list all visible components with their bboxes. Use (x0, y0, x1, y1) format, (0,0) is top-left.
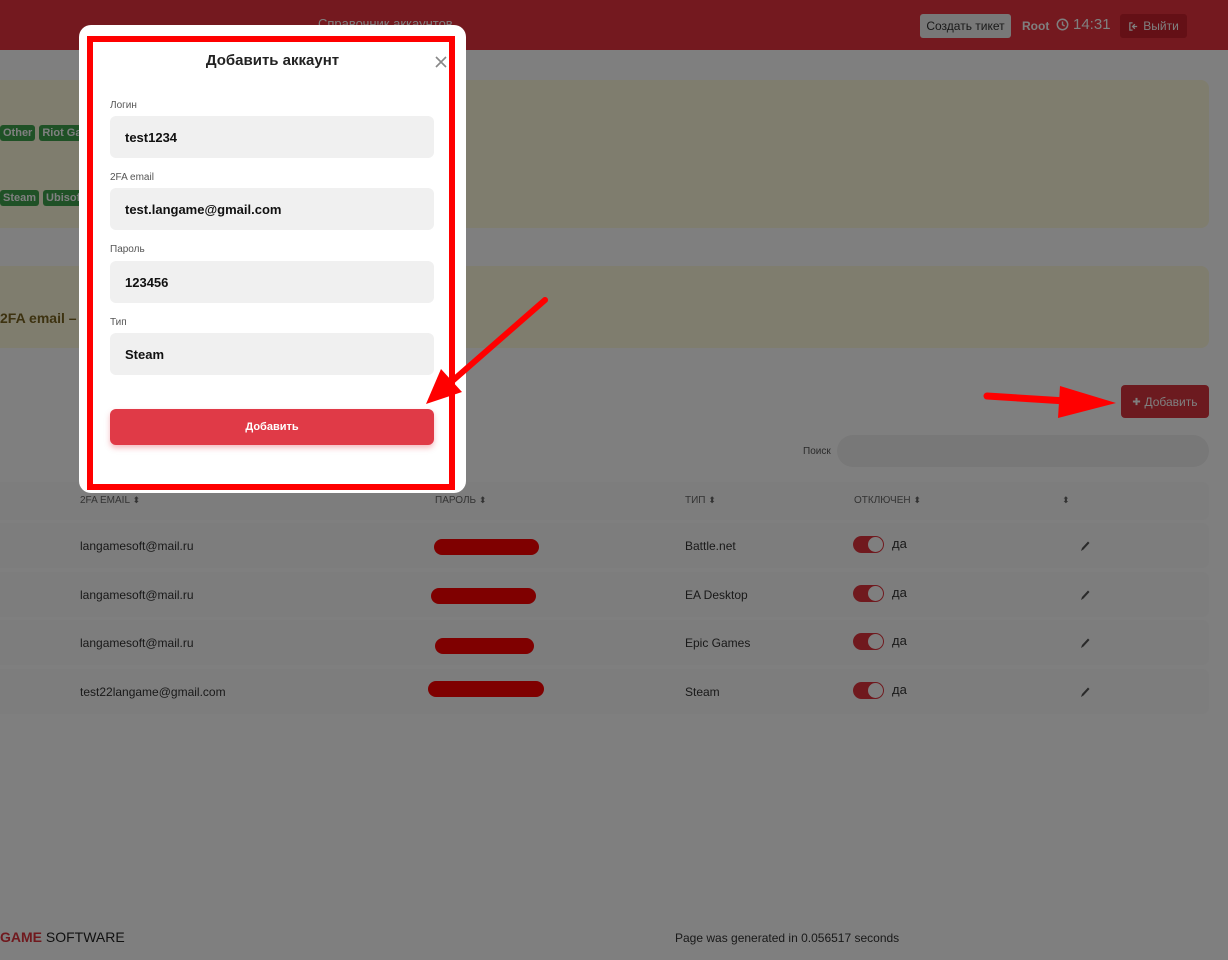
password-label: Пароль (110, 244, 145, 255)
type-select[interactable] (110, 333, 434, 375)
modal-title: Добавить аккаунт (205, 52, 340, 69)
close-icon[interactable] (432, 53, 450, 71)
email-input[interactable] (110, 188, 434, 230)
type-label: Тип (110, 317, 127, 328)
login-input[interactable] (110, 116, 434, 158)
submit-button[interactable]: Добавить (110, 409, 434, 445)
login-label: Логин (110, 100, 137, 111)
password-input[interactable] (110, 261, 434, 303)
email-label: 2FA email (110, 172, 154, 183)
add-account-modal: Добавить аккаунт Логин 2FA email Пароль … (79, 25, 466, 493)
